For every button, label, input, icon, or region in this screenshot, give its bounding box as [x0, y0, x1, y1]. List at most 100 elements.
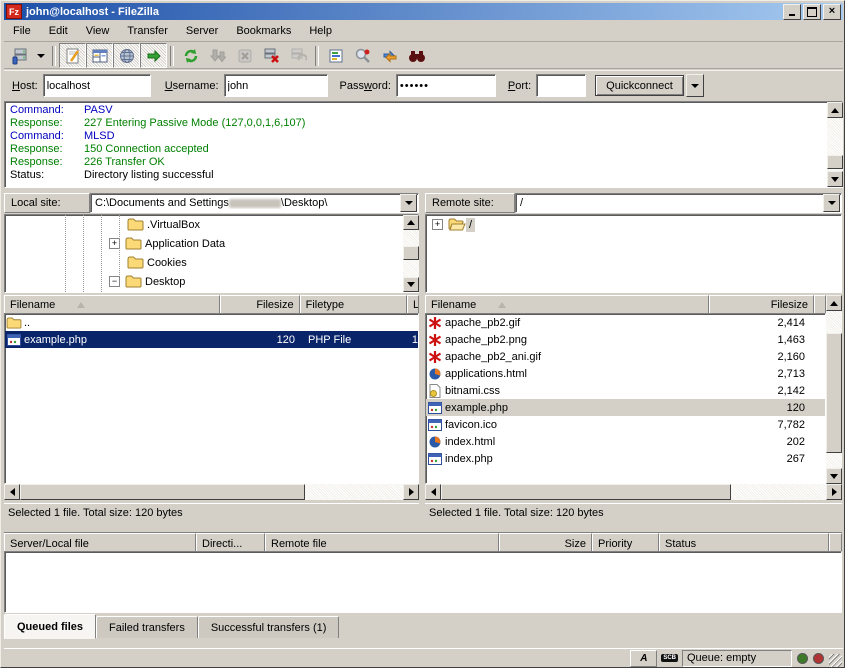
toggle-local-tree-button[interactable] — [86, 43, 113, 68]
remote-site-dropdown-button[interactable] — [823, 194, 840, 212]
collapse-icon[interactable]: − — [109, 276, 120, 287]
tree-item-root[interactable]: + / — [426, 215, 841, 234]
activity-led-red-icon — [813, 653, 824, 664]
maximize-button[interactable] — [803, 4, 821, 20]
html-file-icon — [429, 436, 441, 448]
toolbar-separator — [170, 46, 174, 66]
local-directory-tree: .VirtualBox + Application Data Cookies −… — [4, 214, 419, 293]
file-row-parent[interactable]: .. — [5, 314, 418, 331]
tree-item-cookies[interactable]: Cookies — [5, 253, 418, 272]
tree-item-desktop[interactable]: − Desktop — [5, 272, 418, 291]
scrollbar-thumb[interactable] — [826, 333, 842, 453]
file-row[interactable]: index.html 202 — [426, 433, 825, 450]
tab-queued-files[interactable]: Queued files — [4, 614, 96, 639]
log-scrollbar[interactable] — [827, 102, 843, 187]
file-row[interactable]: applications.html 2,713 — [426, 365, 825, 382]
minimize-button[interactable] — [783, 4, 801, 20]
synchronized-browsing-button[interactable] — [376, 43, 403, 68]
column-header-filesize[interactable]: Filesize — [220, 295, 299, 315]
open-folder-icon — [448, 218, 466, 231]
local-tree-scrollbar[interactable] — [403, 215, 419, 292]
quickconnect-dropdown-button[interactable] — [686, 74, 704, 97]
folder-icon — [125, 237, 142, 250]
site-manager-button[interactable] — [6, 43, 33, 68]
compare-directories-button[interactable] — [349, 43, 376, 68]
process-queue-button[interactable] — [204, 43, 231, 68]
window-title: john@localhost - FileZilla — [26, 6, 781, 18]
tab-failed-transfers[interactable]: Failed transfers — [96, 616, 198, 638]
menu-view[interactable]: View — [77, 22, 119, 40]
menu-edit[interactable]: Edit — [40, 22, 77, 40]
quickconnect-bar: Host: Username: Password: Port: Quickcon… — [4, 70, 843, 100]
refresh-button[interactable] — [177, 43, 204, 68]
quickconnect-button[interactable]: Quickconnect — [595, 75, 684, 96]
file-row-selected[interactable]: example.php 120 PHP File 1 — [5, 331, 418, 348]
transfer-queue-icon — [146, 48, 162, 64]
column-header-filetype[interactable]: Filetype — [300, 295, 407, 315]
password-input[interactable] — [396, 74, 496, 97]
reconnect-button[interactable] — [285, 43, 312, 68]
remote-list-scrollbar[interactable] — [826, 295, 842, 484]
disconnect-icon — [263, 47, 280, 64]
disconnect-button[interactable] — [258, 43, 285, 68]
column-header-filename[interactable]: Filename — [425, 295, 709, 315]
speed-limit-icon[interactable]: SCB — [661, 654, 678, 662]
expand-icon[interactable]: + — [432, 219, 443, 230]
queue-header: Server/Local file Directi... Remote file… — [4, 532, 842, 551]
scrollbar-thumb[interactable] — [403, 246, 419, 260]
file-row[interactable]: bitnami.css 2,142 — [426, 382, 825, 399]
menu-bookmarks[interactable]: Bookmarks — [227, 22, 300, 40]
file-row-selected[interactable]: example.php 120 — [426, 399, 825, 416]
php-file-icon — [428, 453, 442, 465]
find-files-button[interactable] — [403, 43, 430, 68]
directory-filters-button[interactable] — [322, 43, 349, 68]
local-site-dropdown-button[interactable] — [400, 194, 417, 212]
menu-bar: File Edit View Transfer Server Bookmarks… — [4, 20, 843, 42]
username-label: Username: — [165, 80, 219, 92]
toggle-message-log-button[interactable] — [59, 43, 86, 68]
file-row[interactable]: apache_pb2_ani.gif 2,160 — [426, 348, 825, 365]
reconnect-icon — [290, 47, 307, 64]
menu-file[interactable]: File — [4, 22, 40, 40]
scrollbar-thumb[interactable] — [20, 484, 305, 500]
column-header-lastmodified[interactable]: L — [407, 295, 419, 315]
queue-tabs: Queued files Failed transfers Successful… — [4, 614, 842, 637]
host-input[interactable] — [43, 74, 151, 97]
file-row[interactable]: apache_pb2.gif 2,414 — [426, 314, 825, 331]
cancel-button[interactable] — [231, 43, 258, 68]
remote-list-header: Filename Filesize — [425, 295, 826, 313]
tab-successful-transfers[interactable]: Successful transfers (1) — [198, 616, 340, 638]
remote-hscrollbar[interactable] — [425, 484, 842, 500]
remote-file-list: apache_pb2.gif 2,414 apache_pb2.png 1,46… — [425, 313, 826, 484]
message-log-icon — [65, 48, 81, 64]
username-input[interactable] — [224, 74, 328, 97]
html-file-icon — [429, 368, 441, 380]
site-manager-dropdown-button[interactable] — [33, 43, 49, 68]
column-header-filesize[interactable]: Filesize — [709, 295, 814, 315]
column-header-filename[interactable]: Filename — [4, 295, 220, 315]
remote-site-combo[interactable]: / — [515, 193, 842, 213]
local-hscrollbar[interactable] — [4, 484, 419, 500]
process-queue-icon — [210, 48, 226, 64]
tree-item-virtualbox[interactable]: .VirtualBox — [5, 215, 418, 234]
column-header-filler — [814, 295, 826, 315]
php-file-icon — [428, 402, 442, 414]
menu-server[interactable]: Server — [177, 22, 227, 40]
menu-help[interactable]: Help — [300, 22, 341, 40]
password-label: Password: — [340, 80, 391, 92]
scroll-right-icon — [832, 488, 837, 496]
ico-file-icon — [428, 419, 442, 431]
tree-item-application-data[interactable]: + Application Data — [5, 234, 418, 253]
menu-transfer[interactable]: Transfer — [118, 22, 177, 40]
file-row[interactable]: apache_pb2.png 1,463 — [426, 331, 825, 348]
local-site-combo[interactable]: C:\Documents and Settings\Desktop\ — [90, 193, 419, 213]
port-input[interactable] — [536, 74, 586, 97]
file-row[interactable]: index.php 267 — [426, 450, 825, 467]
file-row[interactable]: favicon.ico 7,782 — [426, 416, 825, 433]
toggle-remote-tree-button[interactable] — [113, 43, 140, 68]
scrollbar-thumb[interactable] — [827, 155, 843, 169]
close-button[interactable]: × — [823, 4, 841, 20]
resize-grip[interactable] — [829, 654, 842, 667]
scrollbar-thumb[interactable] — [441, 484, 731, 500]
toggle-transfer-queue-button[interactable] — [140, 43, 167, 68]
